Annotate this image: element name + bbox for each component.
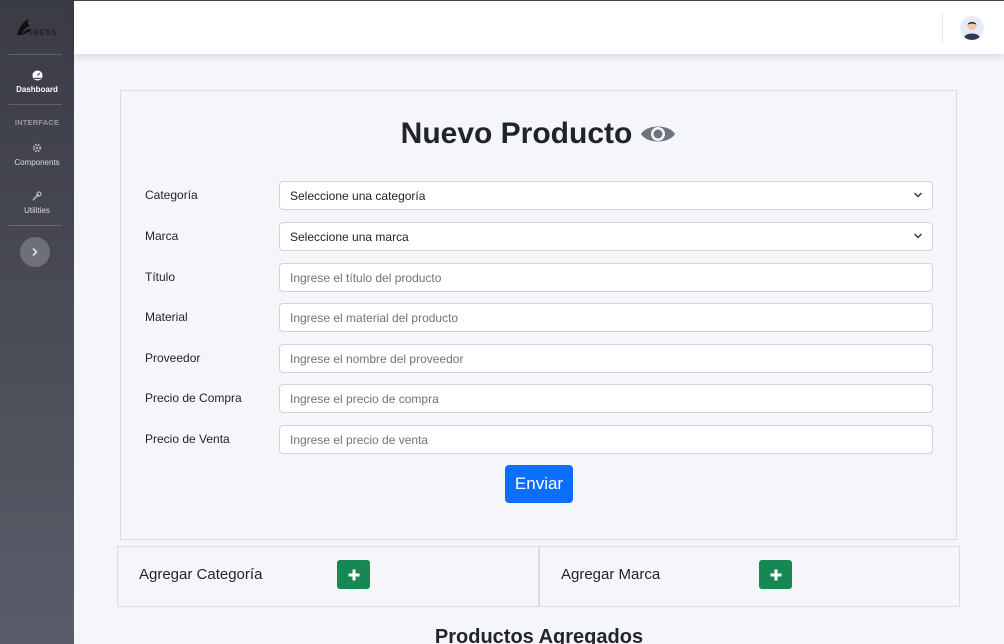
sidebar-divider (9, 225, 62, 226)
field-row-material: Material (145, 303, 933, 332)
purchase-price-label: Precio de Compra (145, 391, 242, 405)
new-product-form: Nuevo Producto Categoría Seleccione una … (120, 90, 957, 540)
brand-label: Marca (145, 229, 179, 243)
avatar[interactable] (960, 16, 984, 40)
sidebar-toggle-button[interactable] (20, 237, 50, 267)
sale-price-label: Precio de Venta (145, 432, 230, 446)
sidebar-item-label: Utilities (24, 206, 50, 215)
gear-icon (30, 141, 44, 155)
sidebar-item-components[interactable]: Components (0, 141, 74, 167)
add-category-button[interactable] (337, 560, 370, 589)
submit-button[interactable]: Enviar (505, 465, 573, 503)
supplier-label: Proveedor (145, 351, 201, 365)
brand-text: FREYA (29, 28, 57, 37)
brand-logo[interactable]: FREYA (0, 12, 74, 46)
sidebar-item-label: Dashboard (16, 85, 58, 94)
form-title: Nuevo Producto (400, 117, 633, 150)
material-label: Material (145, 310, 188, 324)
add-category-card: Agregar Categoría (117, 546, 539, 607)
sidebar-item-utilities[interactable]: Utilities (0, 189, 74, 215)
plus-icon (770, 569, 781, 580)
category-select[interactable]: Seleccione una categoría (279, 181, 933, 210)
sidebar-item-dashboard[interactable]: Dashboard (0, 68, 74, 94)
wrench-icon (30, 189, 44, 203)
eye-icon (640, 121, 676, 147)
field-row-sale-price: Precio de Venta (145, 425, 933, 454)
sidebar-heading: INTERFACE (14, 118, 60, 127)
brand-select[interactable]: Seleccione una marca (279, 222, 933, 251)
freya-logo-icon: FREYA (17, 19, 57, 37)
material-input[interactable] (279, 303, 933, 332)
plus-icon (348, 569, 359, 580)
user-avatar-icon (960, 16, 984, 40)
field-row-purchase-price: Precio de Compra (145, 384, 933, 413)
add-brand-button[interactable] (759, 560, 792, 589)
sidebar-divider (9, 104, 62, 105)
category-label: Categoría (145, 188, 198, 202)
topbar (74, 0, 1004, 54)
field-row-title: Título (145, 263, 933, 292)
add-brand-label: Agregar Marca (561, 566, 661, 583)
field-row-brand: Marca Seleccione una marca (145, 222, 933, 251)
add-category-label: Agregar Categoría (139, 566, 263, 583)
topbar-divider (942, 13, 943, 43)
purchase-price-input[interactable] (279, 384, 933, 413)
sidebar: FREYA Dashboard INTERFACE Components Uti… (0, 0, 74, 644)
products-added-heading: Productos Agregados (434, 626, 644, 644)
chevron-right-icon (32, 247, 38, 257)
add-brand-card: Agregar Marca (539, 546, 960, 607)
title-input[interactable] (279, 263, 933, 292)
supplier-input[interactable] (279, 344, 933, 373)
sidebar-item-label: Components (14, 158, 60, 167)
sidebar-divider (9, 54, 62, 55)
sale-price-input[interactable] (279, 425, 933, 454)
title-label: Título (145, 270, 176, 284)
field-row-supplier: Proveedor (145, 344, 933, 373)
field-row-category: Categoría Seleccione una categoría (145, 181, 933, 210)
form-heading: Nuevo Producto (121, 117, 956, 151)
gauge-icon (30, 68, 44, 82)
